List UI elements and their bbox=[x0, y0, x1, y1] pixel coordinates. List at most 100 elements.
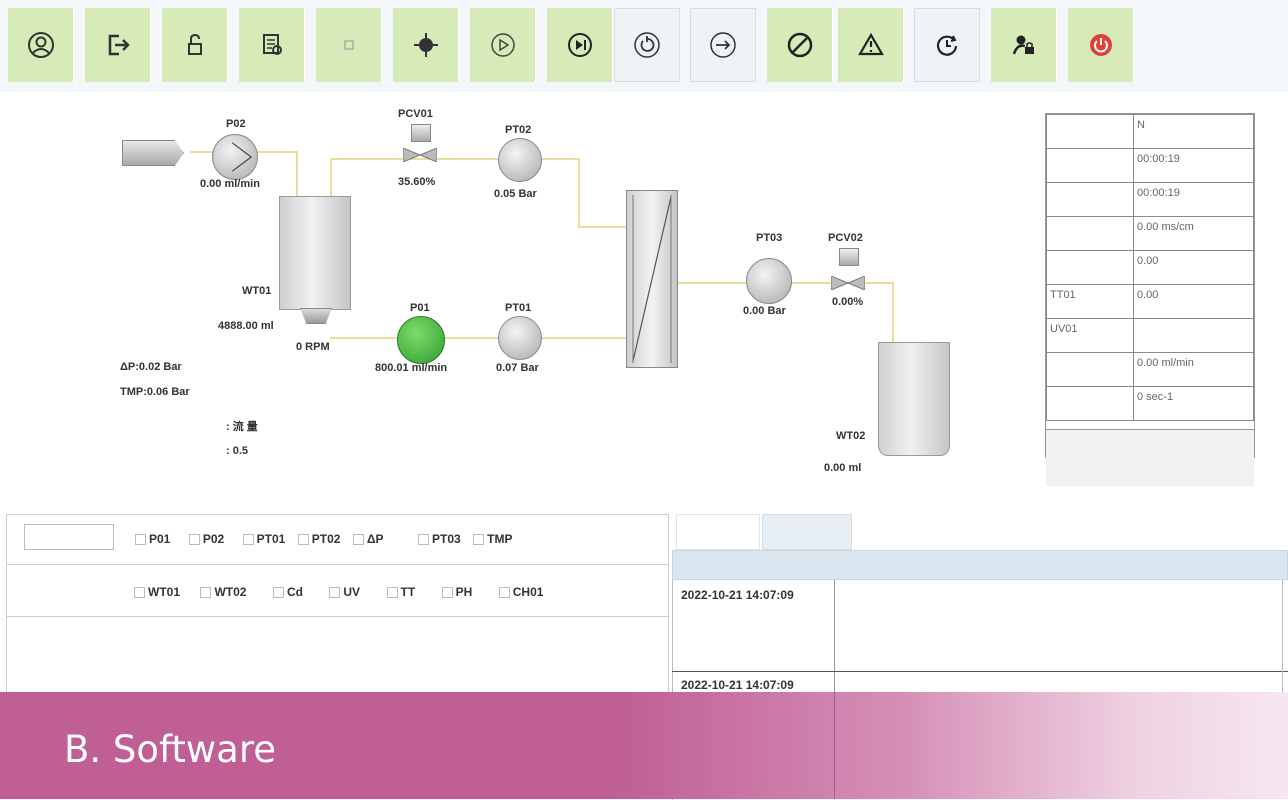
checkbox-box bbox=[498, 587, 510, 599]
inlet-arrow bbox=[122, 140, 184, 166]
checkbox-box bbox=[418, 534, 429, 546]
step-button[interactable] bbox=[547, 8, 613, 82]
gauge-pt03[interactable] bbox=[746, 258, 792, 304]
checkbox-wt01[interactable]: WT01 bbox=[134, 585, 180, 599]
table-cell bbox=[1046, 250, 1134, 285]
disabled-icon bbox=[343, 40, 354, 50]
table-row: 00:00:19 bbox=[1046, 148, 1254, 183]
table-cell: 0.00 ms/cm bbox=[1133, 216, 1254, 251]
table-cell: 0.00 ml/min bbox=[1133, 352, 1254, 387]
filter-module[interactable] bbox=[626, 190, 678, 368]
play-icon bbox=[490, 33, 515, 57]
table-cell: 00:00:19 bbox=[1133, 182, 1254, 217]
table-row: TT01 0.00 bbox=[1046, 284, 1254, 319]
target-button[interactable] bbox=[393, 8, 459, 82]
trend-input[interactable] bbox=[24, 524, 114, 550]
tank-wt02[interactable] bbox=[878, 342, 950, 456]
warning-button[interactable] bbox=[838, 8, 904, 82]
unlock-button[interactable] bbox=[162, 8, 228, 82]
pt01-label: PT01 bbox=[505, 302, 532, 314]
pt01-value: 0.07 Bar bbox=[496, 362, 539, 374]
table-row: 00:00:19 bbox=[1046, 182, 1254, 217]
disabled-button[interactable] bbox=[316, 8, 382, 82]
checkbox-label: PT03 bbox=[432, 532, 461, 546]
row-divider bbox=[672, 671, 1288, 672]
checkbox-tt[interactable]: TT bbox=[386, 585, 416, 599]
checkbox-uv[interactable]: UV bbox=[329, 585, 360, 599]
user-icon bbox=[27, 32, 54, 58]
checkbox-box bbox=[272, 587, 284, 599]
pipe bbox=[892, 282, 894, 342]
divider bbox=[6, 616, 669, 617]
pt02-value: 0.05 Bar bbox=[494, 188, 537, 200]
checkbox-wt02[interactable]: WT02 bbox=[200, 585, 246, 599]
timer-icon bbox=[936, 35, 958, 56]
valve-actuator bbox=[411, 124, 431, 142]
power-icon bbox=[1089, 34, 1112, 56]
power-button[interactable] bbox=[1068, 8, 1134, 82]
misc-readout-1: : 流 量 bbox=[226, 421, 258, 433]
table-cell: UV01 bbox=[1046, 318, 1134, 353]
gauge-pt02[interactable] bbox=[498, 138, 542, 182]
pt03-label: PT03 bbox=[756, 232, 783, 244]
report-button[interactable] bbox=[239, 8, 305, 82]
checkbox-label: TMP bbox=[487, 532, 513, 546]
tab-alarm[interactable] bbox=[762, 514, 852, 550]
user-lock-button[interactable] bbox=[991, 8, 1057, 82]
checkbox-label: P02 bbox=[202, 532, 225, 546]
table-row: 0.00 ms/cm bbox=[1046, 216, 1254, 251]
checkbox-tmp[interactable]: TMP bbox=[473, 532, 512, 546]
tab-log[interactable] bbox=[676, 514, 760, 550]
checkbox-label: CH01 bbox=[512, 585, 544, 599]
checkbox-delta-p[interactable]: ΔP bbox=[352, 532, 384, 546]
table-row: 0 sec-1 bbox=[1046, 386, 1254, 421]
pipe bbox=[578, 158, 580, 228]
checkbox-ph[interactable]: PH bbox=[441, 585, 472, 599]
gauge-pt01[interactable] bbox=[498, 316, 542, 360]
pipe bbox=[330, 158, 332, 198]
logout-button[interactable] bbox=[85, 8, 151, 82]
user-lock-icon bbox=[1012, 35, 1034, 55]
stop-icon bbox=[787, 32, 812, 58]
table-cell: TT01 bbox=[1046, 284, 1134, 319]
table-cell: N bbox=[1133, 114, 1254, 149]
checkbox-label: TT bbox=[400, 585, 416, 599]
stop-button[interactable] bbox=[767, 8, 833, 82]
tank-wt01[interactable] bbox=[279, 196, 351, 310]
pump-p01[interactable] bbox=[397, 316, 445, 364]
valve-icon bbox=[402, 147, 438, 163]
checkbox-ch01[interactable]: CH01 bbox=[498, 585, 544, 599]
reset-icon bbox=[634, 32, 660, 58]
checkbox-p02[interactable]: P02 bbox=[188, 532, 225, 546]
checkbox-p01[interactable]: P01 bbox=[135, 532, 170, 546]
valve-pcv02[interactable] bbox=[830, 275, 866, 291]
checkbox-box bbox=[352, 534, 364, 546]
checkbox-cd[interactable]: Cd bbox=[272, 585, 303, 599]
wt01-label: WT01 bbox=[242, 285, 272, 297]
table-cell bbox=[1046, 148, 1134, 183]
divider bbox=[6, 564, 669, 565]
checkbox-box bbox=[329, 587, 341, 599]
checkbox-pt03[interactable]: PT03 bbox=[418, 532, 461, 546]
timer-button[interactable] bbox=[914, 8, 980, 82]
checkbox-pt02[interactable]: PT02 bbox=[297, 532, 340, 546]
checkbox-box bbox=[441, 587, 453, 599]
pipe bbox=[296, 151, 298, 196]
info-panel: N 00:00:19 00:00:19 0.00 ms/cm 0.00 TT01… bbox=[1045, 113, 1255, 486]
checkbox-pt01[interactable]: PT01 bbox=[242, 532, 285, 546]
valve-pcv01[interactable] bbox=[402, 147, 438, 163]
table-row: 0.00 bbox=[1046, 250, 1254, 285]
table-row: N bbox=[1046, 114, 1254, 149]
p01-label: P01 bbox=[410, 302, 430, 314]
checkbox-box bbox=[386, 587, 398, 599]
pipe bbox=[578, 226, 628, 228]
checkbox-label: P01 bbox=[149, 532, 171, 546]
checkbox-box bbox=[473, 534, 485, 546]
table-row: 0.00 ml/min bbox=[1046, 352, 1254, 387]
reset-button[interactable] bbox=[614, 8, 680, 82]
pump-p02[interactable] bbox=[212, 134, 258, 180]
user-button[interactable] bbox=[8, 8, 74, 82]
valve-icon bbox=[830, 275, 866, 291]
play-button[interactable] bbox=[470, 8, 536, 82]
next-button[interactable] bbox=[690, 8, 756, 82]
